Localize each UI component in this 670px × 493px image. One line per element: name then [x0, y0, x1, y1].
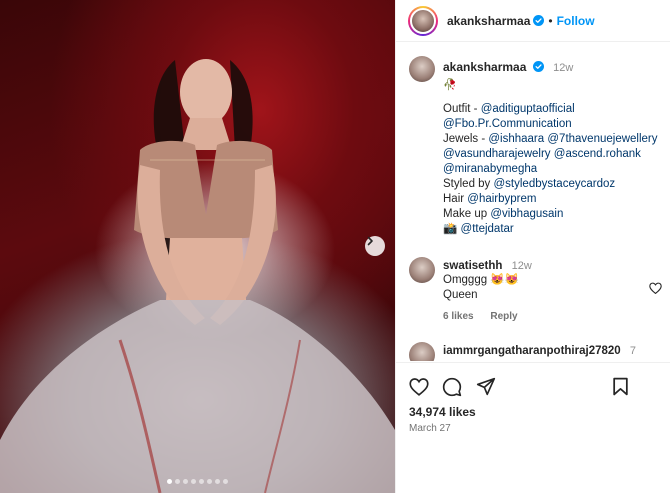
post-photo[interactable]	[0, 0, 395, 493]
mention-link[interactable]: @ascend.rohank	[554, 148, 641, 160]
mention-link[interactable]: @hairbyprem	[467, 193, 536, 205]
mention-link[interactable]: @Fbo.Pr.Communication	[443, 118, 572, 130]
caption-text-segment: Styled by	[443, 178, 494, 190]
mention-link[interactable]: @vibhagusain	[490, 208, 563, 220]
mention-link[interactable]: @styledbystaceycardoz	[494, 178, 616, 190]
post-actions: 34,974 likes March 27	[396, 362, 670, 493]
caption-line: @Fbo.Pr.Communication	[443, 117, 663, 132]
caption-emoji: 🥀	[443, 79, 457, 91]
carousel-dot	[215, 479, 220, 484]
comment-username[interactable]: swatisethh	[443, 260, 502, 272]
verified-badge-icon	[533, 15, 545, 26]
comment-time: 7	[629, 345, 636, 357]
post-date[interactable]: March 27	[409, 423, 451, 434]
post-side-panel: akanksharmaa • Follow akanksharmaa 12w 🥀…	[395, 0, 670, 493]
comment-avatar[interactable]	[409, 257, 435, 283]
caption-avatar[interactable]	[409, 56, 435, 82]
follow-button[interactable]: Follow	[557, 14, 595, 28]
caption-line: Make up @vibhagusain	[443, 207, 663, 222]
comment-text-line: Queen	[443, 289, 478, 301]
comment-bubble-icon[interactable]	[442, 377, 462, 397]
carousel-dot	[223, 479, 228, 484]
carousel-dot	[191, 479, 196, 484]
author-username[interactable]: akanksharmaa	[447, 14, 530, 28]
carousel-dot	[199, 479, 204, 484]
carousel-dot	[183, 479, 188, 484]
caption-line: 📸 @ttejdatar	[443, 222, 663, 237]
carousel-dot	[167, 479, 172, 484]
caption-time: 12w	[553, 62, 574, 74]
verified-badge-icon	[532, 61, 544, 72]
mention-link[interactable]: @ishhaara	[488, 133, 544, 145]
caption-line: @miranabymegha	[443, 162, 663, 177]
carousel-dot	[175, 479, 180, 484]
post-image-artwork	[0, 59, 395, 493]
caption-text: Outfit - @aditiguptaofficial @Fbo.Pr.Comm…	[443, 102, 663, 237]
mention-link[interactable]: @ttejdatar	[461, 223, 514, 235]
caption-line: Jewels - @ishhaara @7thavenuejewellery	[443, 132, 663, 147]
caption-line: Hair @hairbyprem	[443, 192, 663, 207]
comment-time: 12w	[511, 260, 532, 272]
post-header: akanksharmaa • Follow	[396, 0, 670, 42]
caption-line: Outfit - @aditiguptaofficial	[443, 102, 663, 117]
save-bookmark-icon[interactable]	[612, 377, 629, 396]
comments-list[interactable]: akanksharmaa 12w 🥀 Outfit - @aditiguptao…	[396, 43, 670, 361]
caption-text-segment: Outfit -	[443, 103, 481, 115]
mention-link[interactable]: @7thavenuejewellery	[547, 133, 657, 145]
carousel-dot	[207, 479, 212, 484]
like-heart-icon[interactable]	[409, 377, 429, 396]
comment-avatar[interactable]	[409, 342, 435, 361]
comment-like-heart-icon[interactable]	[649, 282, 662, 294]
caption-line: Styled by @styledbystaceycardoz	[443, 177, 663, 192]
caption-text-segment: 📸	[443, 223, 461, 235]
mention-link[interactable]: @vasundharajewelry	[443, 148, 551, 160]
caption-text-segment: Hair	[443, 193, 468, 205]
caption-text-segment: Jewels -	[443, 133, 489, 145]
mention-link[interactable]: @aditiguptaofficial	[481, 103, 575, 115]
author-avatar[interactable]	[408, 5, 438, 36]
carousel-next-button[interactable]	[365, 236, 385, 256]
likes-count[interactable]: 34,974 likes	[409, 405, 476, 419]
carousel-indicator	[0, 479, 395, 484]
caption-username[interactable]: akanksharmaa	[443, 60, 526, 74]
comment-reply-button[interactable]: Reply	[490, 311, 517, 322]
mention-link[interactable]: @miranabymegha	[443, 163, 537, 175]
comment-likes-count[interactable]: 6 likes	[443, 311, 474, 322]
caption-line: @vasundharajewelry @ascend.rohank	[443, 147, 663, 162]
comment-text-line: Omgggg 😻😻	[443, 274, 519, 286]
comment-username[interactable]: iammrgangatharanpothiraj27820	[443, 345, 621, 357]
caption-text-segment: Make up	[443, 208, 491, 220]
share-paper-plane-icon[interactable]	[476, 377, 496, 396]
header-separator: •	[548, 13, 553, 28]
chevron-right-icon	[367, 236, 373, 246]
